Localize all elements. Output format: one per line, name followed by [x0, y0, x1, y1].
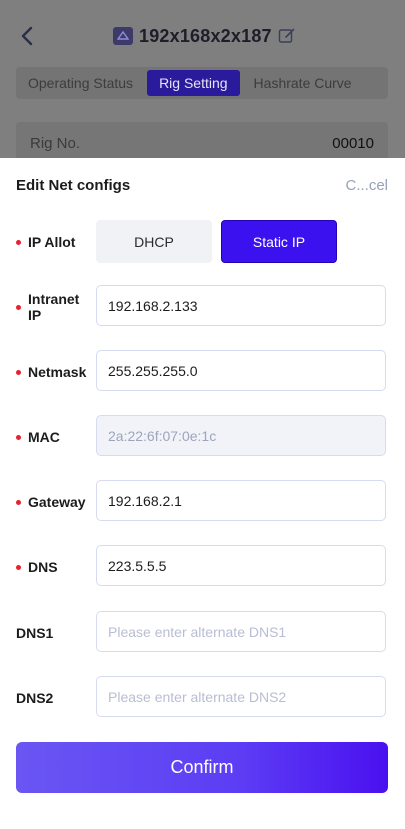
dns-input[interactable] [96, 545, 386, 586]
header-title-group: 192x168x2x187 [113, 22, 296, 50]
mac-label: MAC [16, 415, 92, 459]
sheet-title: Edit Net configs [16, 177, 131, 194]
confirm-button[interactable]: Confirm [16, 742, 388, 793]
gateway-label: Gateway [16, 480, 92, 524]
dhcp-option-button[interactable]: DHCP [96, 220, 212, 263]
tab-hashrate-curve[interactable]: Hashrate Curve [242, 70, 364, 96]
required-dot [16, 239, 21, 245]
edit-pencil-icon[interactable] [278, 27, 296, 45]
dns-row: DNS [0, 545, 405, 589]
dns1-label: DNS1 [16, 625, 54, 641]
netmask-label: Netmask [16, 350, 92, 394]
intranet-ip-input[interactable] [96, 285, 386, 326]
rig-number-label: Rig No. [30, 135, 81, 152]
required-dot [16, 434, 21, 440]
tab-bar: Operating Status Rig Setting Hashrate Cu… [16, 67, 388, 99]
dns1-input[interactable] [96, 611, 386, 652]
static-ip-option-button[interactable]: Static IP [221, 220, 337, 263]
gateway-input[interactable] [96, 480, 386, 521]
ip-allot-label: IP Allot [16, 220, 92, 264]
edit-net-configs-sheet: Edit Net configs C...cel IP Allot DHCP S… [0, 158, 405, 829]
page-title: 192x168x2x187 [139, 25, 272, 46]
cancel-button[interactable]: C...cel [345, 177, 388, 194]
mac-row: MAC [0, 415, 405, 459]
required-dot [16, 499, 21, 505]
dns1-row: DNS1 [0, 611, 405, 655]
required-dot [16, 564, 21, 570]
ip-allot-row: IP Allot DHCP Static IP [0, 220, 405, 264]
netmask-input[interactable] [96, 350, 386, 391]
dns2-label: DNS2 [16, 690, 54, 706]
rig-number-value: 00010 [332, 135, 374, 152]
intranet-ip-row: Intranet IP [0, 285, 405, 329]
required-dot [16, 304, 21, 310]
mac-input [96, 415, 386, 456]
netmask-row: Netmask [0, 350, 405, 394]
tab-operating-status[interactable]: Operating Status [16, 70, 145, 96]
gateway-row: Gateway [0, 480, 405, 524]
intranet-ip-label: Intranet IP [16, 285, 92, 329]
required-dot [16, 369, 21, 375]
chevron-left-icon[interactable] [16, 24, 40, 48]
dns2-row: DNS2 [0, 676, 405, 720]
gpu-chip-icon [113, 27, 133, 45]
tab-rig-setting[interactable]: Rig Setting [147, 70, 240, 96]
dns2-input[interactable] [96, 676, 386, 717]
dns-label: DNS [16, 545, 92, 589]
